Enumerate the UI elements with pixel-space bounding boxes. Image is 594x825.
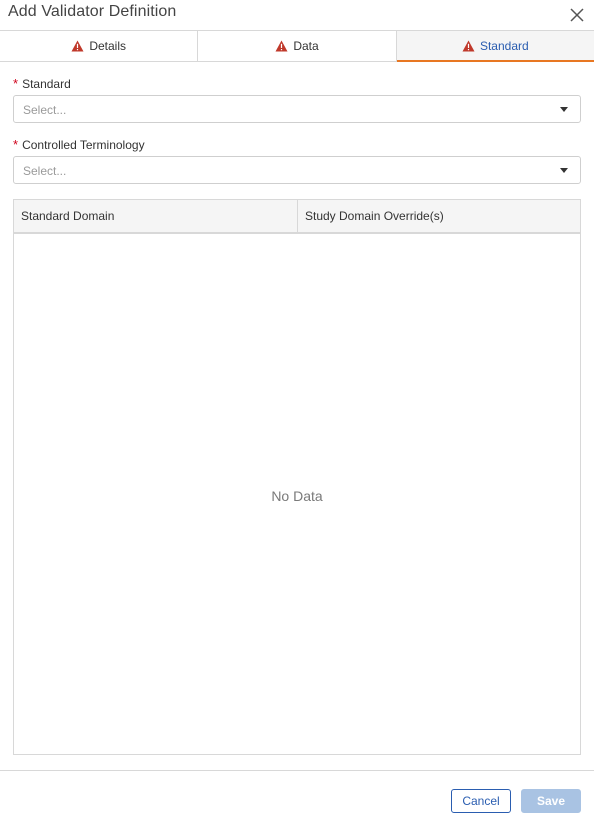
controlled-terminology-select-placeholder: Select... (23, 164, 67, 178)
standard-select[interactable]: Select... (13, 95, 581, 123)
tab-details-label: Details (89, 39, 126, 53)
caret-down-icon (560, 168, 568, 173)
controlled-terminology-field-label: * Controlled Terminology (13, 137, 145, 152)
empty-state-text: No Data (271, 488, 323, 504)
close-icon (570, 8, 584, 22)
column-header-study-domain-override[interactable]: Study Domain Override(s) (298, 200, 580, 232)
caret-down-icon (560, 107, 568, 112)
domain-grid: Standard Domain Study Domain Override(s)… (13, 199, 581, 755)
add-validator-dialog: Add Validator Definition Details Data St… (0, 0, 594, 825)
tab-data-label: Data (293, 39, 319, 53)
required-marker: * (13, 76, 19, 91)
standard-field-label: * Standard (13, 76, 71, 91)
controlled-terminology-label-text: Controlled Terminology (22, 138, 145, 152)
close-button[interactable] (568, 6, 586, 24)
grid-header: Standard Domain Study Domain Override(s) (14, 200, 580, 234)
standard-label-text: Standard (22, 77, 71, 91)
standard-select-placeholder: Select... (23, 103, 67, 117)
required-marker: * (13, 137, 19, 152)
warning-icon (462, 40, 475, 52)
dialog-title: Add Validator Definition (8, 3, 177, 20)
dialog-header: Add Validator Definition (0, 0, 594, 30)
tab-bar: Details Data Standard (0, 30, 594, 62)
tab-standard-label: Standard (479, 39, 529, 53)
controlled-terminology-select[interactable]: Select... (13, 156, 581, 184)
tab-standard[interactable]: Standard (396, 31, 594, 62)
save-button[interactable]: Save (521, 789, 581, 813)
cancel-button[interactable]: Cancel (451, 789, 511, 813)
dialog-footer: Cancel Save (0, 770, 594, 825)
grid-body: No Data (14, 234, 580, 754)
warning-icon (275, 40, 288, 52)
warning-icon (71, 40, 84, 52)
tab-data[interactable]: Data (198, 31, 397, 61)
column-header-standard-domain[interactable]: Standard Domain (14, 200, 298, 232)
tab-details[interactable]: Details (0, 31, 199, 61)
